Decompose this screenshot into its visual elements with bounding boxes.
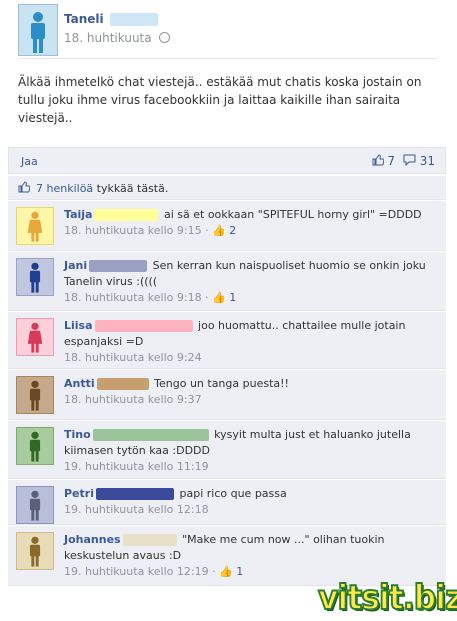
likes-summary: 7 henkilöä tykkää tästä. [8,176,446,200]
comment-timestamp[interactable]: 18. huhtikuuta kello 9:37 [64,393,202,406]
commenter-avatar[interactable] [16,376,54,414]
comment-timestamp[interactable]: 19. huhtikuuta kello 12:18 [64,503,209,516]
comment-meta: 18. huhtikuuta kello 9:15 · 👍 2 [64,224,237,237]
likes-suffix: tykkää tästä. [93,182,169,195]
commenter-name[interactable]: Johannes [64,533,121,546]
comment-body: Johannes "Make me cum now ..." olihan tu… [64,532,434,580]
comment-item: Taija ai sä et ookkaan "SPITEFUL horny g… [8,201,446,251]
commenter-name[interactable]: Antti [64,377,95,390]
thumbs-up-icon [18,181,30,193]
comment-body: Petri papi rico que passa 19. huhtikuuta… [64,486,434,518]
commenter-avatar[interactable] [16,207,54,245]
comment-text: Tengo un tanga puesta!! [154,377,289,390]
comment-item: Antti Tengo un tanga puesta!! 18. huhtik… [8,370,446,420]
post-author-name[interactable]: Taneli [64,12,104,26]
comment-timestamp[interactable]: 18. huhtikuuta kello 9:18 [64,291,202,304]
thumbs-up-icon: 👍 [219,565,233,578]
commenter-name[interactable]: Jani [64,259,87,272]
comment-like-count: 2 [229,224,237,237]
redacted-surname [96,378,149,390]
comment-body: Liisa joo huomattu.. chattailee mulle jo… [64,318,434,366]
comment-meta: 19. huhtikuuta kello 12:18 [64,502,434,518]
comment-like[interactable]: 👍 2 [212,224,236,237]
commenter-avatar[interactable] [16,486,54,524]
post-author[interactable]: Taneli [64,12,158,26]
share-link[interactable]: Jaa [21,155,38,168]
comment-icon [403,154,416,167]
redacted-surname [94,320,193,332]
comment-body: Antti Tengo un tanga puesta!! 18. huhtik… [64,376,434,408]
likes-people-link[interactable]: 7 henkilöä [36,182,93,195]
comment-meta: 18. huhtikuuta kello 9:37 [64,392,434,408]
redacted-surname [89,260,148,272]
commenter-avatar[interactable] [16,427,54,465]
comment-item: Liisa joo huomattu.. chattailee mulle jo… [8,312,446,369]
thumbs-up-icon [372,154,384,166]
globe-icon [159,32,171,43]
commenter-name[interactable]: Taija [64,208,92,221]
comment-timestamp[interactable]: 19. huhtikuuta kello 11:19 [64,460,209,473]
redacted-surname [95,488,174,500]
comment-timestamp[interactable]: 18. huhtikuuta kello 9:24 [64,351,202,364]
person-icon [29,262,41,293]
comment-meta: 18. huhtikuuta kello 9:24 [64,350,434,366]
commenter-avatar[interactable] [16,532,54,570]
post-body: Älkää ihmetelkö chat viestejä.. estäkää … [18,75,422,125]
person-icon [29,536,41,567]
commenter-name[interactable]: Tino [64,428,91,441]
watermark-logo: vitsit.biz [317,577,457,619]
thumbs-up-icon: 👍 [212,291,226,304]
person-icon [27,322,43,353]
post-actions-bar: Jaa 7 31 [8,147,446,174]
redacted-surname [109,13,158,26]
likes-text: 7 henkilöä tykkää tästä. [36,182,168,195]
comment-count-value: 31 [419,154,435,168]
comment-meta: 19. huhtikuuta kello 11:19 [64,459,434,475]
comment-like-count: 1 [236,565,244,578]
comment-item: Petri papi rico que passa 19. huhtikuuta… [8,480,446,525]
comment-item: Tino kysyit multa just et haluanko jutel… [8,421,446,479]
comment-like[interactable]: 👍 1 [219,565,243,578]
commenter-avatar[interactable] [16,258,54,296]
commenter-name[interactable]: Liisa [64,319,93,332]
comment-timestamp[interactable]: 18. huhtikuuta kello 9:15 [64,224,202,237]
like-count-value: 7 [387,154,395,168]
person-icon [29,490,41,521]
person-icon [29,431,41,462]
comment-body: Taija ai sä et ookkaan "SPITEFUL horny g… [64,207,434,239]
thumbs-up-icon: 👍 [212,224,226,237]
like-count[interactable]: 7 [372,154,395,168]
comment-meta: 18. huhtikuuta kello 9:18 · 👍 1 [64,291,237,304]
redacted-surname [92,429,209,441]
post-author-avatar[interactable] [18,4,58,56]
divider [18,58,438,59]
comment-body: Jani Sen kerran kun naispuoliset huomio … [64,258,434,306]
redacted-surname [122,534,177,546]
comment-text: papi rico que passa [179,487,287,500]
comment-like-count: 1 [229,291,237,304]
post-timestamp[interactable]: 18. huhtikuuta [64,31,152,45]
person-icon [29,380,41,411]
post-header: Taneli 18. huhtikuuta [18,4,448,58]
person-icon [27,211,43,242]
redacted-surname [94,209,159,221]
comment-count[interactable]: 31 [403,154,435,168]
comment-body: Tino kysyit multa just et haluanko jutel… [64,427,434,475]
comment-timestamp[interactable]: 19. huhtikuuta kello 12:19 [64,565,209,578]
person-icon [31,12,45,53]
commenter-name[interactable]: Petri [64,487,94,500]
comment-text: ai sä et ookkaan "SPITEFUL horny girl" =… [163,208,422,221]
commenter-avatar[interactable] [16,318,54,356]
comment-item: Jani Sen kerran kun naispuoliset huomio … [8,252,446,311]
post-timestamp-row: 18. huhtikuuta [64,31,171,45]
comment-item: Johannes "Make me cum now ..." olihan tu… [8,526,446,586]
comment-like[interactable]: 👍 1 [212,291,236,304]
